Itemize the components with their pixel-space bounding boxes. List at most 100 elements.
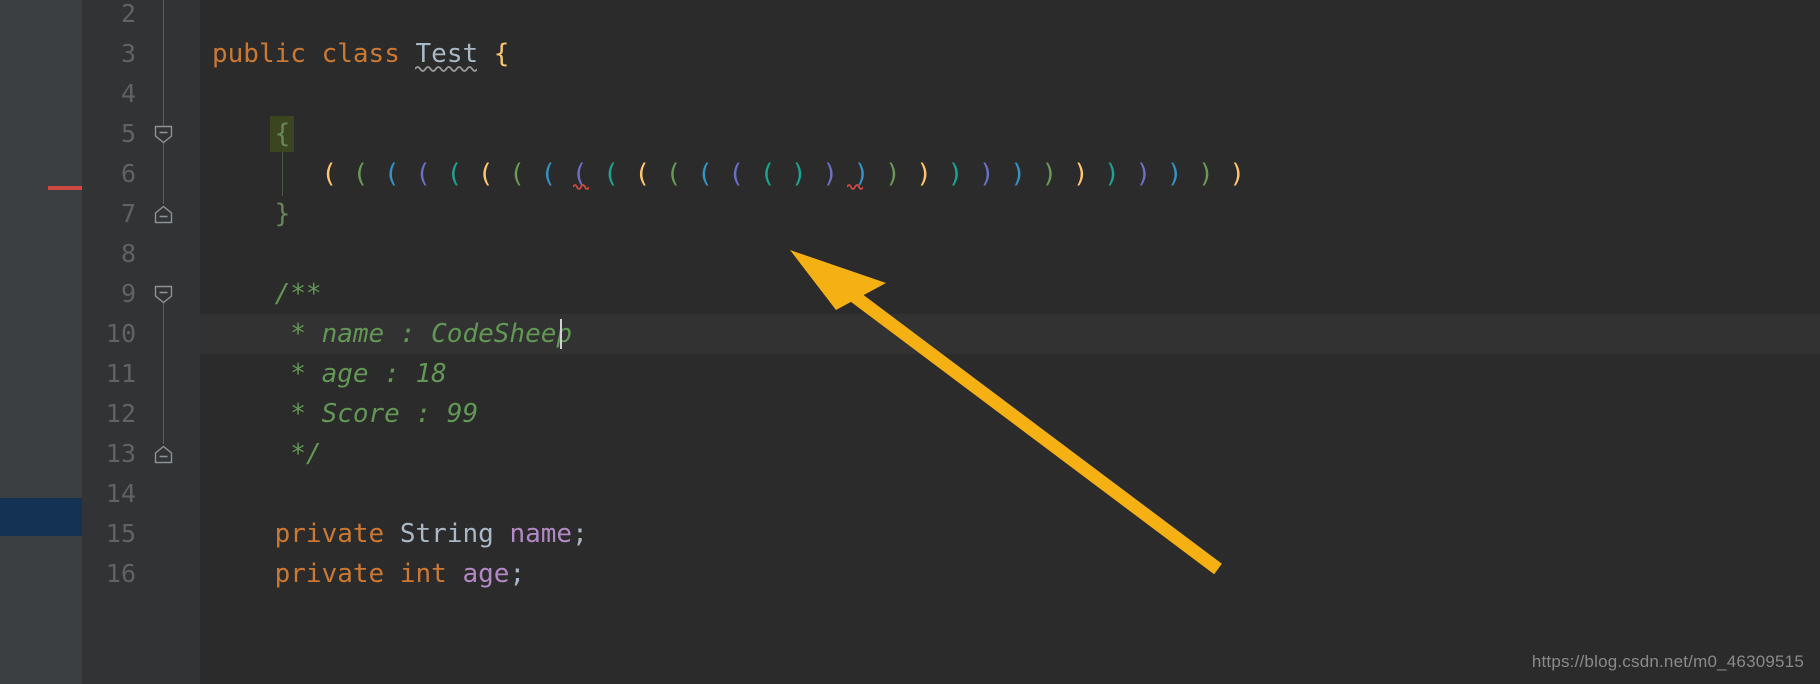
paren-space	[995, 159, 1011, 189]
paren-space	[1026, 159, 1042, 189]
code-line[interactable]: */	[200, 434, 1820, 474]
paren-space	[1182, 159, 1198, 189]
paren-space	[494, 159, 510, 189]
paren-open: (	[509, 159, 525, 189]
paren-space	[869, 159, 885, 189]
code-token: class	[321, 39, 400, 69]
paren-close: )	[1104, 159, 1120, 189]
fold-end-icon[interactable]	[154, 445, 173, 464]
paren-open: (	[383, 159, 400, 189]
editor-gutter[interactable]: 2 3 4 5 6 7 8 9 10 11 12 13 14 15 16	[82, 0, 200, 684]
line-number: 4	[120, 79, 136, 108]
paren-open: (	[759, 159, 776, 189]
code-line[interactable]: private int age;	[200, 554, 1820, 594]
paren-open: (	[634, 159, 651, 189]
code-editor[interactable]: public class Test { { } /** * name : Cod…	[200, 0, 1820, 684]
paren-open: (	[728, 159, 745, 189]
paren-close: )	[1010, 159, 1026, 189]
line-number: 12	[105, 399, 136, 428]
fold-rail-top	[163, 0, 164, 126]
rainbow-parentheses[interactable]: ( ( ( ( ( ( ( ( ( ( ( ( ( ( ( ) ) ) ) ) …	[321, 154, 1245, 194]
code-line[interactable]: private String name;	[200, 514, 1820, 554]
paren-space	[681, 159, 697, 189]
code-token: private	[274, 559, 385, 589]
left-panel-strip	[0, 0, 82, 684]
code-token: ;	[509, 559, 526, 589]
code-line[interactable]: * age : 18	[200, 354, 1820, 394]
line-number: 16	[105, 559, 136, 588]
paren-open: (	[352, 159, 369, 189]
paren-space	[462, 159, 478, 189]
error-squiggle-tail-icon	[846, 182, 863, 190]
paren-space	[619, 159, 635, 189]
code-token: {	[493, 39, 510, 69]
paren-space	[1151, 159, 1167, 189]
paren-space	[368, 159, 384, 189]
code-token: * age : 18	[212, 359, 447, 389]
text-caret	[560, 319, 563, 349]
paren-open: (	[415, 159, 431, 189]
code-line[interactable]: * name : CodeSheep	[200, 314, 1820, 354]
code-token: public	[212, 39, 306, 69]
paren-space	[901, 159, 917, 189]
line-number: 8	[120, 239, 136, 268]
paren-close: )	[884, 159, 901, 189]
line-number: 10	[105, 319, 136, 348]
collapse-minus-icon[interactable]	[154, 285, 173, 304]
paren-space	[932, 159, 948, 189]
paren-open: (	[603, 159, 619, 189]
paren-close: )	[916, 159, 932, 189]
code-line[interactable]: /**	[200, 274, 1820, 314]
line-number: 14	[105, 479, 136, 508]
paren-space	[1088, 159, 1104, 189]
paren-open: (	[540, 159, 557, 189]
code-token: name	[509, 519, 573, 549]
ide-window: 2 3 4 5 6 7 8 9 10 11 12 13 14 15 16 public class Test…	[0, 0, 1820, 684]
paren-close: )	[1041, 159, 1058, 189]
fold-end-icon[interactable]	[154, 205, 173, 224]
code-line[interactable]: }	[200, 194, 1820, 234]
code-token: * name : CodeSheep	[212, 319, 573, 349]
paren-space	[525, 159, 541, 189]
fold-rail-block	[163, 142, 164, 204]
line-number: 9	[120, 279, 136, 308]
code-token: {	[274, 119, 291, 149]
paren-space	[1057, 159, 1073, 189]
code-line[interactable]: {	[200, 114, 1820, 154]
code-line[interactable]	[200, 474, 1820, 514]
code-line[interactable]	[200, 234, 1820, 274]
paren-close: )	[1135, 159, 1152, 189]
line-number: 6	[120, 159, 136, 188]
paren-space	[337, 159, 353, 189]
error-squiggle-inner-icon	[572, 182, 589, 190]
paren-space	[587, 159, 603, 189]
selection-stripe-marker[interactable]	[0, 498, 82, 536]
fold-rail-javadoc	[163, 302, 164, 444]
code-line[interactable]	[200, 0, 1820, 34]
paren-space	[400, 159, 416, 189]
code-token: */	[212, 439, 322, 469]
paren-space	[1120, 159, 1136, 189]
code-token: }	[274, 199, 291, 229]
watermark-url: https://blog.csdn.net/m0_46309515	[1531, 652, 1804, 671]
code-line[interactable]: * Score : 99	[200, 394, 1820, 434]
paren-open: (	[697, 159, 713, 189]
paren-space	[1214, 159, 1230, 189]
paren-open: (	[665, 159, 682, 189]
collapse-minus-icon[interactable]	[154, 125, 173, 144]
paren-close: )	[1072, 159, 1089, 189]
paren-open: (	[321, 159, 337, 189]
paren-space	[963, 159, 979, 189]
paren-space	[775, 159, 791, 189]
line-number: 3	[120, 39, 136, 68]
paren-space	[431, 159, 447, 189]
code-line[interactable]	[200, 74, 1820, 114]
